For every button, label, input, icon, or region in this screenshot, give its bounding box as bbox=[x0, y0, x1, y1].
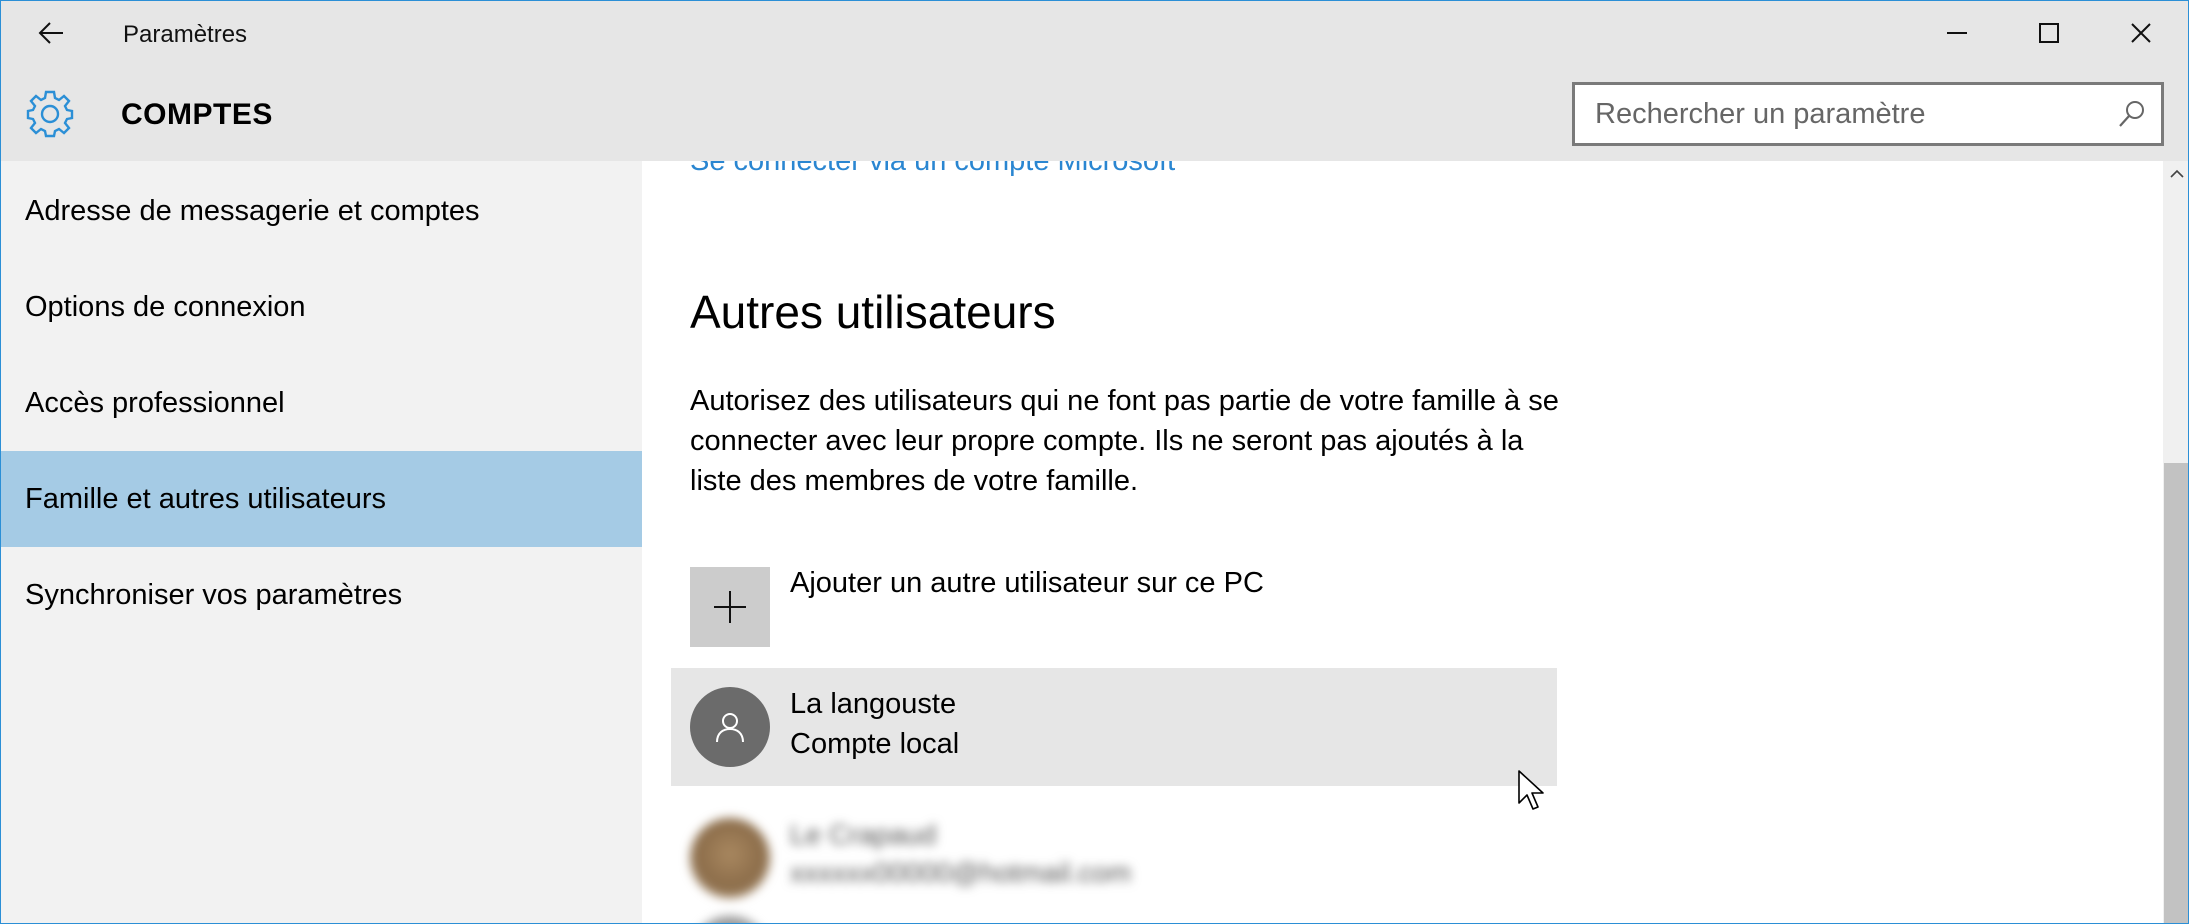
sidebar-item-work-access[interactable]: Accès professionnel bbox=[1, 355, 642, 451]
minimize-icon bbox=[1947, 32, 1967, 34]
search-box[interactable] bbox=[1572, 82, 2164, 146]
sidebar-item-email-accounts[interactable]: Adresse de messagerie et comptes bbox=[1, 163, 642, 259]
back-button[interactable] bbox=[23, 13, 79, 53]
close-icon bbox=[2131, 23, 2151, 43]
sidebar-item-label: Adresse de messagerie et comptes bbox=[25, 194, 480, 227]
plus-icon bbox=[714, 591, 746, 623]
user-name: Le Crapaud bbox=[790, 819, 937, 850]
user-list-item[interactable]: La langouste Compte local bbox=[671, 668, 1557, 786]
maximize-icon bbox=[2039, 23, 2059, 43]
sidebar-item-sync-settings[interactable]: Synchroniser vos paramètres bbox=[1, 547, 642, 643]
microsoft-account-link[interactable]: Se connecter via un compte Microsoft bbox=[690, 161, 1175, 178]
add-user-label: Ajouter un autre utilisateur sur ce PC bbox=[790, 567, 1264, 599]
sidebar-nav: Adresse de messagerie et comptes Options… bbox=[1, 161, 642, 923]
scroll-up-button[interactable] bbox=[2163, 161, 2188, 187]
add-user-button[interactable]: Ajouter un autre utilisateur sur ce PC bbox=[690, 567, 1550, 649]
chevron-up-icon bbox=[2169, 169, 2184, 178]
sidebar-item-label: Famille et autres utilisateurs bbox=[25, 482, 387, 515]
user-account-type: Compte local bbox=[790, 728, 960, 760]
sidebar-item-label: Synchroniser vos paramètres bbox=[25, 578, 403, 611]
main-content: Se connecter via un compte Microsoft Aut… bbox=[642, 161, 2163, 923]
user-name: La langouste bbox=[790, 688, 957, 720]
back-arrow-icon bbox=[38, 22, 63, 44]
sidebar-item-family-other-users[interactable]: Famille et autres utilisateurs bbox=[1, 451, 642, 547]
scrollbar-thumb[interactable] bbox=[2164, 463, 2188, 923]
minimize-button[interactable] bbox=[1911, 1, 2003, 65]
user-email: xxxxxx00000@hotmail.com bbox=[790, 857, 1132, 888]
blurred-user-list-item[interactable]: Le Crapaud xxxxxx00000@hotmail.com bbox=[671, 801, 1557, 923]
search-input[interactable] bbox=[1595, 85, 2115, 143]
avatar bbox=[690, 687, 770, 767]
add-user-tile[interactable] bbox=[690, 567, 770, 647]
settings-header: COMPTES bbox=[1, 65, 2188, 161]
avatar bbox=[690, 818, 770, 898]
other-users-description: Autorisez des utilisateurs qui ne font p… bbox=[690, 385, 1559, 497]
settings-window: Paramètres COMPTES Rechercher un paramèt… bbox=[0, 0, 2189, 924]
close-button[interactable] bbox=[2095, 1, 2187, 65]
gear-icon bbox=[26, 90, 74, 138]
maximize-button[interactable] bbox=[2003, 1, 2095, 65]
sidebar-item-label: Options de connexion bbox=[25, 290, 306, 323]
sidebar-item-sign-in-options[interactable]: Options de connexion bbox=[1, 259, 642, 355]
section-title: COMPTES bbox=[121, 98, 273, 131]
other-users-heading: Autres utilisateurs bbox=[690, 286, 1056, 338]
avatar bbox=[690, 916, 770, 923]
window-title: Paramètres bbox=[123, 21, 248, 48]
search-icon[interactable] bbox=[2117, 99, 2147, 129]
user-icon bbox=[716, 713, 744, 743]
sidebar-item-label: Accès professionnel bbox=[25, 386, 285, 419]
title-bar: Paramètres bbox=[1, 1, 2188, 65]
mouse-pointer-icon bbox=[1518, 770, 1544, 810]
scrollbar[interactable] bbox=[2163, 161, 2188, 923]
